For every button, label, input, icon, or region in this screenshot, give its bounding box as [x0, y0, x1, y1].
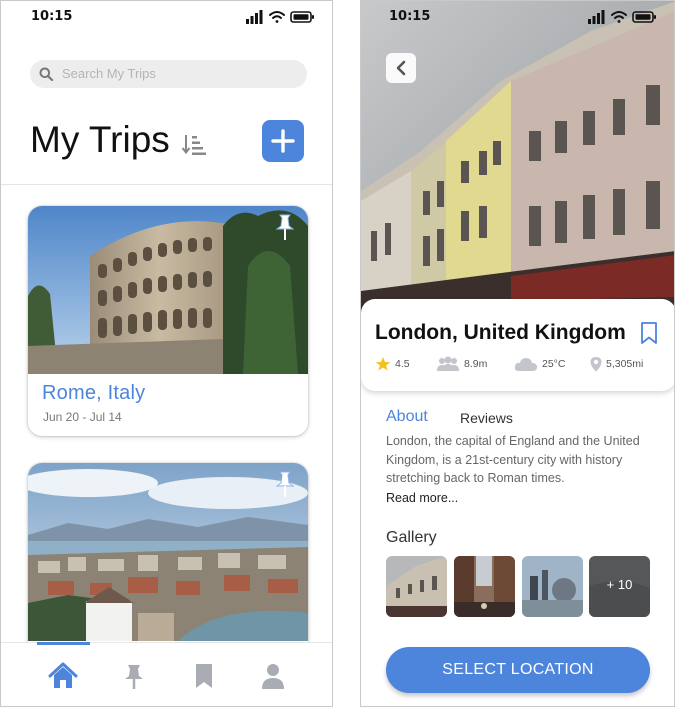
- read-more-link[interactable]: Read more...: [386, 491, 458, 505]
- nav-active-indicator: [37, 642, 90, 645]
- status-time: 10:15: [31, 9, 73, 24]
- colosseum-photo: [28, 206, 308, 374]
- tab-about[interactable]: About: [386, 408, 428, 426]
- status-bar: 10:15: [1, 1, 332, 31]
- signal-icon: [588, 10, 605, 24]
- location-detail-screen: 10:15 London, United Kingdom 4.5 8.9m 25…: [360, 0, 675, 707]
- trip-name: Rome, Italy: [42, 382, 146, 404]
- location-name: London, United Kingdom: [375, 321, 626, 344]
- my-trips-screen: 10:15 Search My Trips My Trips Rome, Ita…: [0, 0, 333, 707]
- search-input[interactable]: Search My Trips: [30, 60, 307, 88]
- profile-icon[interactable]: [258, 661, 288, 691]
- header-divider: [1, 184, 332, 185]
- cloud-icon: [514, 358, 537, 371]
- gallery-thumbnail[interactable]: [454, 556, 515, 617]
- distance-value: 5,305mi: [606, 358, 644, 370]
- status-icons: [588, 10, 656, 24]
- chevron-left-icon: [396, 60, 406, 76]
- pin-icon[interactable]: [275, 214, 295, 242]
- gallery-thumbnail[interactable]: [386, 556, 447, 617]
- wifi-icon: [611, 11, 627, 23]
- gallery-title: Gallery: [386, 529, 437, 546]
- sort-icon[interactable]: [181, 132, 207, 158]
- status-icons: [246, 10, 314, 24]
- wifi-icon: [269, 11, 285, 23]
- battery-icon: [632, 11, 656, 23]
- search-icon: [39, 67, 53, 81]
- signal-icon: [246, 10, 263, 24]
- gallery-photo-buildings: [386, 556, 447, 617]
- status-bar: 10:15: [361, 1, 674, 31]
- back-button[interactable]: [386, 53, 416, 83]
- status-time: 10:15: [389, 9, 431, 24]
- people-icon: [437, 356, 459, 371]
- location-info-card: London, United Kingdom 4.5 8.9m 25°C 5,3…: [361, 299, 674, 391]
- pin-icon[interactable]: [119, 661, 149, 691]
- population-value: 8.9m: [464, 358, 488, 370]
- gallery-thumbnail[interactable]: [522, 556, 583, 617]
- about-description: London, the capital of England and the U…: [386, 434, 640, 485]
- tab-reviews[interactable]: Reviews: [460, 410, 513, 426]
- gallery-photo-street: [454, 556, 515, 617]
- star-icon: [375, 357, 391, 371]
- bookmark-icon[interactable]: [189, 661, 219, 691]
- gallery-more-thumbnail[interactable]: + 10: [589, 556, 650, 617]
- plus-icon: [271, 129, 295, 153]
- bottom-nav: [1, 642, 332, 706]
- home-icon[interactable]: [48, 661, 78, 691]
- pin-icon[interactable]: [275, 471, 295, 499]
- bookmark-icon[interactable]: [640, 321, 658, 345]
- search-placeholder: Search My Trips: [62, 66, 156, 81]
- gallery-photo-skyline: [522, 556, 583, 617]
- rating-value: 4.5: [395, 358, 410, 370]
- london-buildings-photo: [361, 1, 674, 331]
- select-location-button[interactable]: SELECT LOCATION: [386, 647, 650, 693]
- location-pin-icon: [590, 357, 602, 372]
- temperature-value: 25°C: [542, 358, 566, 370]
- city-lake-photo: [28, 463, 308, 641]
- trip-card-rome[interactable]: Rome, Italy Jun 20 - Jul 14: [28, 206, 308, 436]
- page-title: My Trips: [30, 119, 170, 160]
- add-trip-button[interactable]: [262, 120, 304, 162]
- gallery-more-count: + 10: [606, 577, 633, 592]
- battery-icon: [290, 11, 314, 23]
- trip-dates: Jun 20 - Jul 14: [43, 410, 122, 424]
